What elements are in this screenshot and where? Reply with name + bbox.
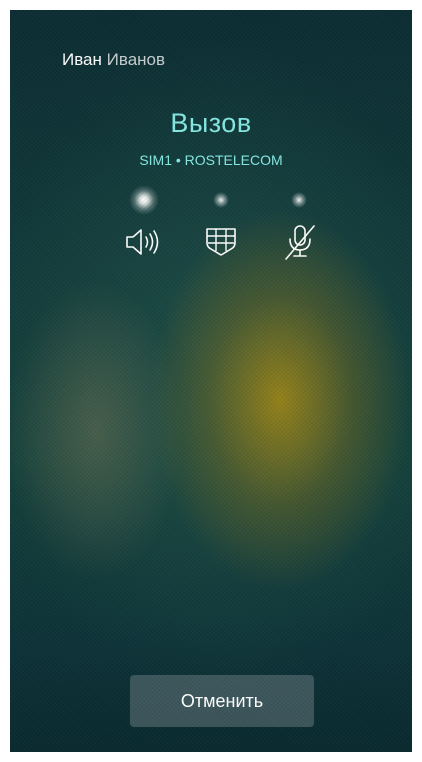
mic-muted-icon <box>285 225 315 260</box>
call-status-title: Вызов <box>170 108 252 138</box>
keypad-icon <box>206 228 236 256</box>
mute-button[interactable] <box>278 222 322 262</box>
call-screen: Иван Иванов Вызов SIM1 • ROSTELECOM Отме… <box>10 10 412 752</box>
contact-name: Иван Иванов <box>62 50 165 70</box>
sim-operator-label: SIM1 • ROSTELECOM <box>139 152 283 168</box>
contact-last-name: Иванов <box>106 50 166 69</box>
keypad-button[interactable] <box>199 222 243 262</box>
cancel-call-button[interactable]: Отменить <box>130 675 314 727</box>
contact-first-name: Иван <box>62 50 102 69</box>
keypad-indicator <box>213 192 229 208</box>
mute-indicator <box>291 192 307 208</box>
speaker-button[interactable] <box>122 222 166 262</box>
speaker-icon <box>126 229 159 255</box>
speaker-active-indicator <box>129 185 159 215</box>
